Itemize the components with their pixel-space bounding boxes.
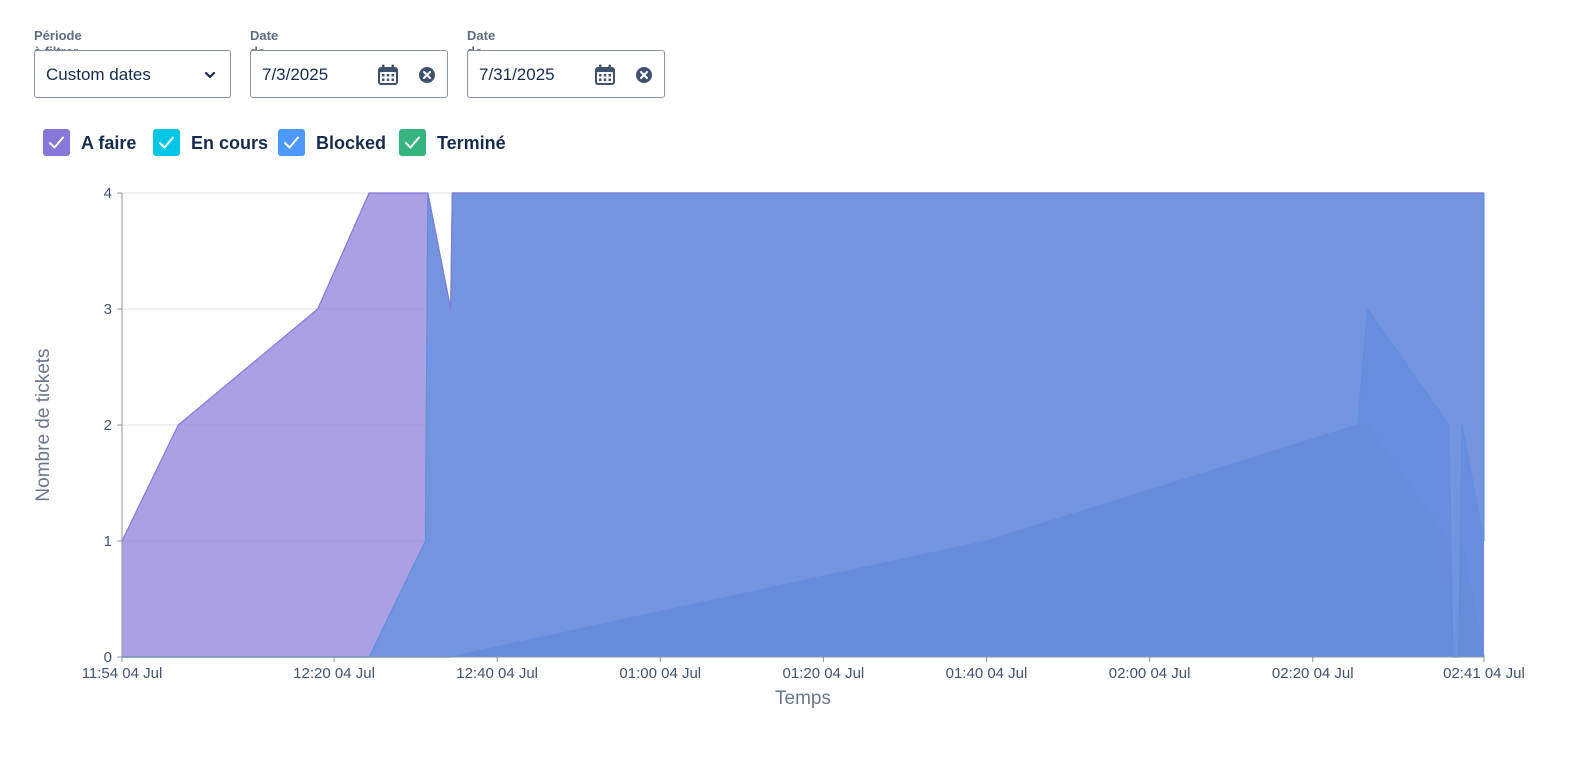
clear-icon[interactable] — [632, 63, 656, 87]
period-select-value: Custom dates — [46, 65, 151, 84]
x-tick-label: 12:40 04 Jul — [456, 665, 538, 682]
checkbox-checked-icon[interactable] — [43, 129, 70, 156]
checkbox-checked-icon[interactable] — [153, 129, 180, 156]
y-tick-label: 0 — [104, 649, 112, 666]
start-date-value: 7/3/2025 — [262, 65, 329, 84]
x-tick-label: 02:20 04 Jul — [1272, 665, 1354, 682]
end-date-label: Date de fin — [467, 28, 496, 75]
period-filter: Période à filtrer Custom dates — [34, 28, 231, 98]
x-tick-label: 01:00 04 Jul — [619, 665, 701, 682]
legend-label: En cours — [191, 133, 269, 153]
end-date-value: 7/31/2025 — [479, 65, 555, 84]
y-tick-label: 1 — [104, 533, 112, 550]
y-tick-label: 2 — [104, 417, 112, 434]
start-date-filter: Date de début 7/3/2025 — [250, 28, 448, 98]
area-series — [121, 192, 1485, 658]
period-select[interactable]: Custom dates — [34, 50, 231, 98]
x-tick-label: 01:20 04 Jul — [783, 665, 865, 682]
calendar-icon[interactable] — [593, 63, 617, 87]
x-axis-title: Temps — [775, 688, 831, 709]
checkbox-checked-icon[interactable] — [278, 129, 305, 156]
chevron-down-icon — [198, 63, 222, 87]
x-tick-label: 02:00 04 Jul — [1109, 665, 1191, 682]
end-date-filter: Date de fin 7/31/2025 — [467, 28, 665, 98]
x-tick-label: 02:41 04 Jul — [1443, 665, 1525, 682]
x-tick-label: 12:20 04 Jul — [293, 665, 375, 682]
legend-label: A faire — [81, 133, 137, 153]
legend-label: Terminé — [437, 133, 506, 153]
area-a-faire[interactable] — [122, 193, 1484, 657]
start-date-input[interactable]: 7/3/2025 — [250, 50, 448, 98]
x-tick-label: 11:54 04 Jul — [82, 665, 163, 682]
legend-label: Blocked — [316, 133, 387, 153]
checkbox-checked-icon[interactable] — [399, 129, 426, 156]
period-filter-label: Période à filtrer — [34, 28, 82, 59]
start-date-label: Date de début — [250, 28, 285, 75]
y-tick-label: 4 — [104, 185, 112, 202]
calendar-icon[interactable] — [376, 63, 400, 87]
end-date-input[interactable]: 7/31/2025 — [467, 50, 665, 98]
y-axis-title: Nombre de tickets — [33, 348, 54, 501]
clear-icon[interactable] — [415, 63, 439, 87]
ticket-status-area-chart: 0 1 2 3 4 11:54 04 Jul 12:20 04 Jul 12:40 04 Ju… — [33, 185, 1525, 709]
x-tick-label: 01:40 04 Jul — [946, 665, 1028, 682]
y-tick-label: 3 — [104, 301, 112, 318]
